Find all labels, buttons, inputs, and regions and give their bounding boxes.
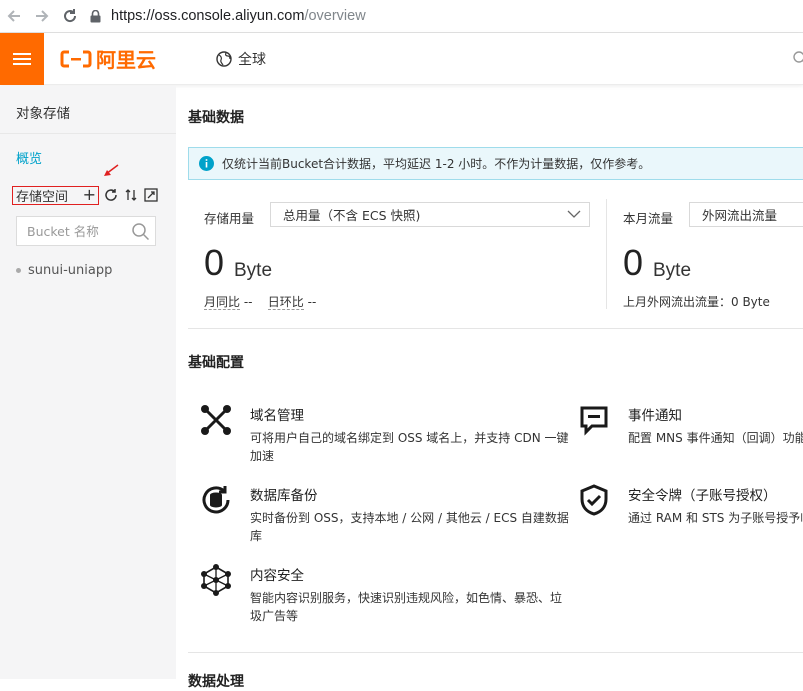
storage-type-value: 总用量（不含 ECS 快照) [283,208,421,223]
storage-comparison: 月同比 -- 日环比 -- [204,293,316,310]
storage-value: 0 [204,242,225,283]
feature-domain-management[interactable]: 域名管理 可将用户自己的域名绑定到 OSS 域名上，并支持 CDN 一键加速 [200,404,569,464]
bucket-list-item[interactable]: sunui-uniapp [16,263,112,278]
traffic-value: 0 [623,242,644,283]
section-divider [188,328,803,329]
basic-data-title: 基础数据 [188,110,244,126]
back-button[interactable] [0,0,28,33]
yoy-label: 月同比 [204,295,241,310]
molecule-icon [201,564,231,596]
address-bar[interactable]: https://oss.console.aliyun.com/overview [90,8,366,24]
sidebar: 对象存储 概览 存储空间 + sunui-uniapp [0,86,176,679]
region-label: 全球 [238,51,266,68]
last-month-traffic: 上月外网流出流量：0 Byte [623,295,770,309]
basic-config-title: 基础配置 [188,355,244,371]
mom-label: 日环比 [267,295,304,310]
aliyun-logo-icon [60,50,92,67]
feature-desc: 实时备份到 OSS，支持本地 / 公网 / 其他云 / ECS 自建数据库 [250,511,569,543]
sidebar-title: 对象存储 [16,106,70,122]
arrow-right-icon [36,10,49,22]
storage-type-select[interactable]: 总用量（不含 ECS 快照) [270,202,590,227]
traffic-type-select[interactable]: 外网流出流量 [689,202,803,227]
feature-desc: 可将用户自己的域名绑定到 OSS 域名上，并支持 CDN 一键加速 [250,431,569,463]
hamburger-icon [13,52,31,65]
feature-desc: 通过 RAM 和 STS 为子账号授予临时 [628,511,803,525]
globe-icon [216,50,232,67]
logo-text: 阿里云 [96,48,156,72]
reload-button[interactable] [56,0,84,33]
storage-unit: Byte [234,260,273,281]
console-topbar: 阿里云 全球 [0,32,803,85]
expand-icon[interactable] [144,188,158,202]
sidebar-divider [0,133,176,134]
feature-event-notification[interactable]: 事件通知 配置 MNS 事件通知（回调）功能， [578,404,803,445]
bucket-search-input[interactable] [27,223,137,239]
metrics-divider [606,199,607,309]
sort-icon[interactable] [124,188,138,202]
forward-button[interactable] [28,0,56,33]
info-notice: 仅统计当前Bucket合计数据，平均延迟 1-2 小时。不作为计量数据，仅作参考… [188,147,803,180]
bucket-search-box[interactable] [16,216,156,246]
feature-database-backup[interactable]: 数据库备份 实时备份到 OSS，支持本地 / 公网 / 其他云 / ECS 自建… [200,484,569,544]
feature-desc: 配置 MNS 事件通知（回调）功能， [628,431,803,445]
feature-desc: 智能内容识别服务，快速识别违规风险，如色情、暴恐、垃圾广告等 [250,591,563,623]
feature-name: 安全令牌（子账号授权） [628,488,777,504]
feature-name: 域名管理 [250,408,304,424]
storage-label: 存储用量 [204,211,255,226]
shield-check-icon [580,484,608,516]
search-icon[interactable] [132,223,149,240]
arrow-left-icon [7,10,20,22]
browser-toolbar: https://oss.console.aliyun.com/overview [0,0,803,33]
sidebar-item-buckets[interactable]: 存储空间 + [12,185,99,205]
sidebar-item-overview[interactable]: 概览 [16,148,42,167]
url-host: https://oss.console.aliyun.com [111,8,305,24]
info-icon [199,156,214,171]
feature-name: 事件通知 [628,408,682,424]
notice-text: 仅统计当前Bucket合计数据，平均延迟 1-2 小时。不作为计量数据，仅作参考… [222,157,651,171]
message-icon [580,406,608,436]
bucket-name: sunui-uniapp [28,263,113,278]
add-bucket-button[interactable]: + [83,185,96,204]
chevron-down-icon [567,210,581,218]
network-nodes-icon [201,405,231,435]
url-path: /overview [304,8,366,24]
feature-name: 数据库备份 [250,488,318,504]
database-backup-icon [202,486,230,514]
traffic-unit: Byte [653,260,692,281]
main-content: 基础数据 仅统计当前Bucket合计数据，平均延迟 1-2 小时。不作为计量数据… [188,86,803,690]
feature-security-token[interactable]: 安全令牌（子账号授权） 通过 RAM 和 STS 为子账号授予临时 [578,484,803,525]
annotation-arrow-icon [104,164,119,176]
data-processing-title: 数据处理 [188,674,244,690]
yoy-value: -- [243,295,253,309]
aliyun-logo[interactable]: 阿里云 [60,44,156,73]
bullet-icon [16,268,21,273]
refresh-icon[interactable] [104,188,118,202]
buckets-label: 存储空间 [16,190,69,205]
lock-icon [90,9,101,22]
mom-value: -- [307,295,317,309]
feature-content-security[interactable]: 内容安全 智能内容识别服务，快速识别违规风险，如色情、暴恐、垃圾广告等 [200,564,562,624]
region-selector[interactable]: 全球 [216,49,266,69]
feature-name: 内容安全 [250,568,304,584]
reload-icon [64,9,77,23]
traffic-label: 本月流量 [623,211,674,226]
menu-button[interactable] [0,32,44,85]
traffic-type-value: 外网流出流量 [702,208,778,223]
section-divider [188,652,803,653]
search-icon[interactable] [793,51,803,65]
